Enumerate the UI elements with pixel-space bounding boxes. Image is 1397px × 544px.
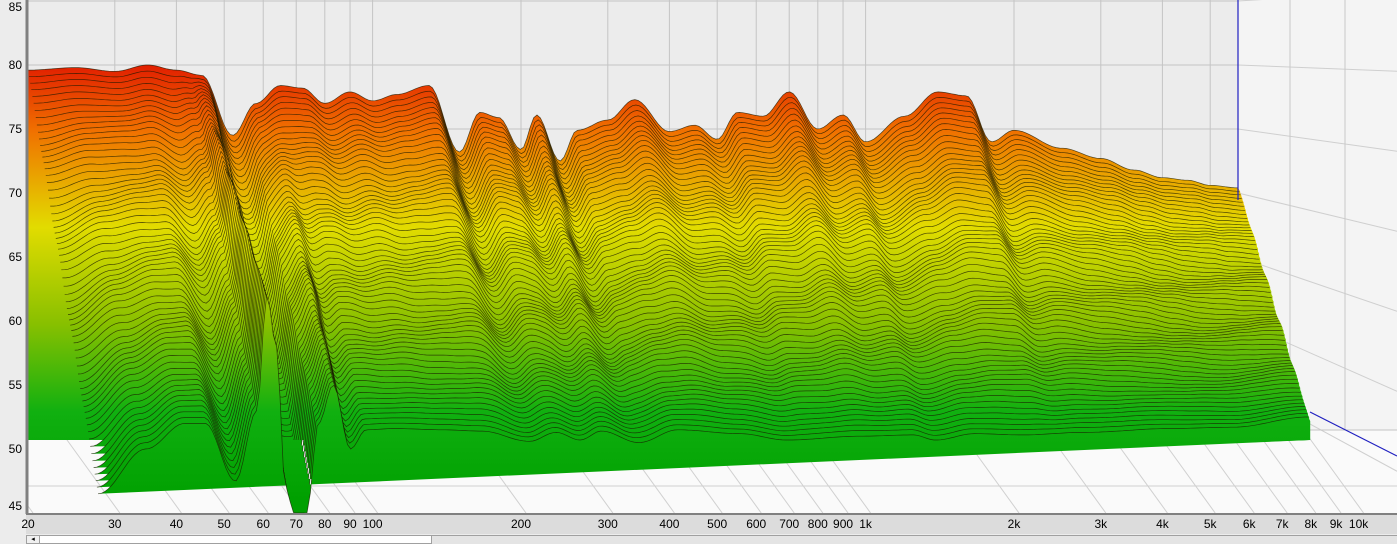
x-tick-label: 1k xyxy=(859,517,872,531)
x-tick-label: 90 xyxy=(343,517,357,531)
x-tick-label: 80 xyxy=(318,517,332,531)
x-tick-label: 800 xyxy=(807,517,828,531)
x-tick-label: 30 xyxy=(108,517,122,531)
x-tick-label: 100 xyxy=(362,517,383,531)
horizontal-scrollbar[interactable]: ◂ xyxy=(26,535,432,544)
x-tick-label: 10k xyxy=(1348,517,1369,531)
x-tick-label: 60 xyxy=(256,517,270,531)
waterfall-plot xyxy=(0,0,1397,534)
y-tick-label: 85 xyxy=(8,0,22,14)
scroll-left-arrow-icon[interactable]: ◂ xyxy=(27,536,40,543)
y-tick-label: 55 xyxy=(8,378,22,392)
x-tick-label: 50 xyxy=(217,517,231,531)
x-tick-label: 9k xyxy=(1329,517,1343,531)
x-tick-label: 600 xyxy=(746,517,767,531)
y-tick-label: 65 xyxy=(8,250,22,264)
y-tick-label: 75 xyxy=(8,122,22,136)
x-tick-label: 900 xyxy=(833,517,854,531)
x-tick-label: 20 xyxy=(21,517,35,531)
y-tick-label: 45 xyxy=(8,499,22,513)
y-tick-label: 80 xyxy=(8,58,22,72)
scrollbar-track[interactable] xyxy=(432,535,1397,544)
x-tick-label: 700 xyxy=(779,517,800,531)
x-tick-label: 3k xyxy=(1094,517,1108,531)
y-tick-label: 50 xyxy=(8,442,22,456)
y-tick-label: 70 xyxy=(8,186,22,200)
x-tick-label: 200 xyxy=(510,517,532,531)
x-tick-label: 5k xyxy=(1203,517,1217,531)
x-tick-label: 300 xyxy=(597,517,618,531)
x-tick-label: 7k xyxy=(1275,517,1289,531)
x-tick-label: 500 xyxy=(707,517,728,531)
x-tick-label: 70 xyxy=(289,517,303,531)
x-tick-label: 6k xyxy=(1242,517,1256,531)
x-tick-label: 4k xyxy=(1156,517,1169,531)
x-tick-label: 400 xyxy=(659,517,680,531)
x-tick-label: 40 xyxy=(169,517,184,531)
x-tick-label: 2k xyxy=(1007,517,1021,531)
y-tick-label: 60 xyxy=(8,314,22,328)
x-tick-label: 8k xyxy=(1304,517,1318,531)
